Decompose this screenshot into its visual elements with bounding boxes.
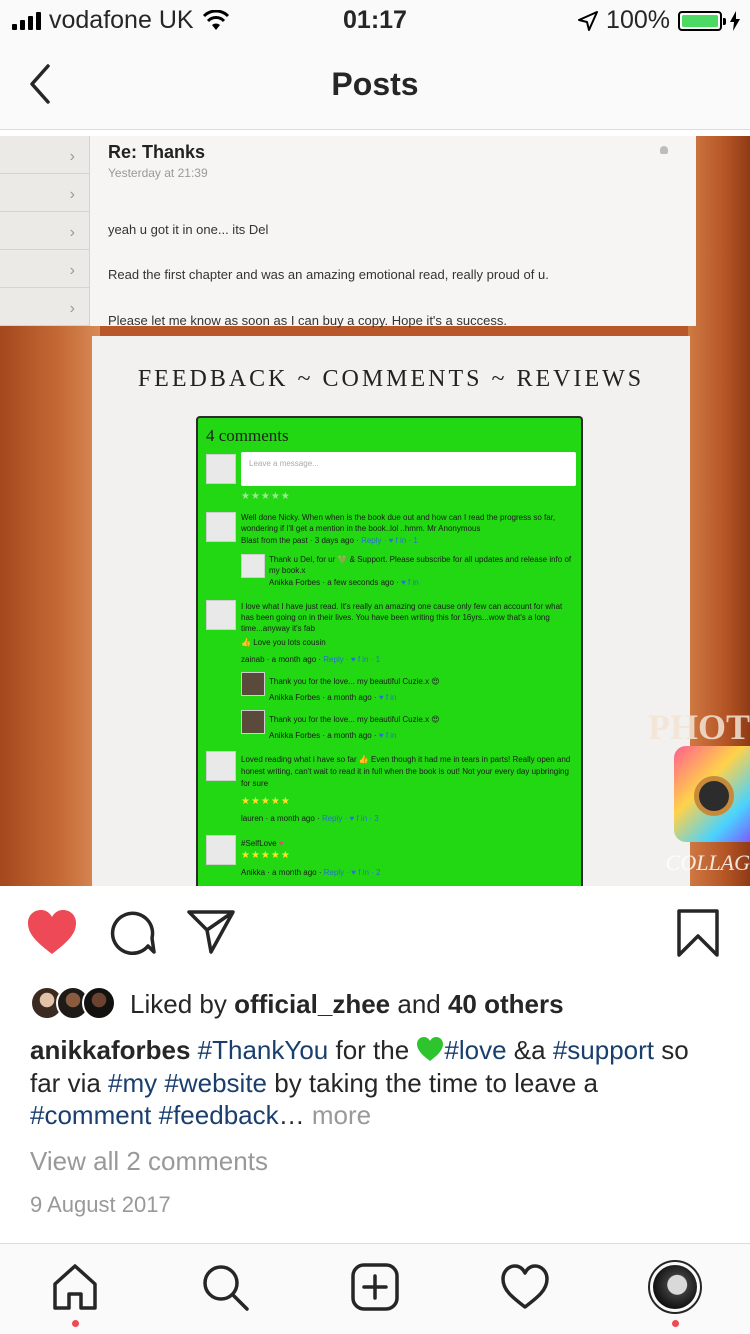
search-icon[interactable] bbox=[200, 1262, 250, 1312]
comment-avatar bbox=[206, 512, 236, 542]
hashtag[interactable]: #website bbox=[164, 1068, 267, 1098]
status-right: 100% bbox=[578, 6, 740, 35]
comment-icon[interactable] bbox=[108, 908, 156, 956]
tab-bar bbox=[0, 1243, 750, 1334]
reply-avatar bbox=[241, 554, 265, 578]
likes-text: Liked by official_zhee and 40 others bbox=[130, 988, 564, 1019]
liker-username[interactable]: official_zhee bbox=[234, 989, 390, 1019]
comment-meta: Blast from the past · 3 days ago · Reply… bbox=[241, 536, 418, 545]
email-screenshot: › › › › › Re: Thanks Yesterday at 21:39 yeah… bbox=[0, 136, 696, 328]
post-caption: anikkaforbes #ThankYou for the #love &a … bbox=[30, 1035, 689, 1130]
email-line-1: yeah u got it in one... its Del bbox=[108, 222, 269, 237]
comment-text: I love what I have just read. It's reall… bbox=[241, 602, 563, 633]
status-bar: vodafone UK 01:17 100% bbox=[0, 0, 750, 40]
email-subject: Re: Thanks bbox=[108, 142, 206, 162]
page-title: Posts bbox=[331, 66, 419, 102]
new-post-icon[interactable] bbox=[350, 1262, 400, 1312]
camera-lens-icon bbox=[694, 776, 734, 816]
battery-icon bbox=[678, 10, 726, 31]
email-line-2: Read the first chapter and was an amazin… bbox=[108, 267, 549, 282]
battery-percent: 100% bbox=[606, 6, 670, 34]
comment-text: Loved reading what i have so far 👍 Even … bbox=[241, 755, 571, 788]
caption-username[interactable]: anikkaforbes bbox=[30, 1035, 190, 1065]
reply-meta: Anikka Forbes · a few seconds ago · ♥ f … bbox=[269, 578, 419, 587]
post-date: 9 August 2017 bbox=[30, 1192, 171, 1217]
notification-dot bbox=[672, 1320, 679, 1327]
comments-count: 4 comments bbox=[206, 426, 289, 445]
message-input: Leave a message... bbox=[241, 452, 576, 486]
bell-icon bbox=[660, 146, 668, 154]
location-arrow-icon bbox=[578, 10, 599, 31]
more-link[interactable]: more bbox=[312, 1100, 371, 1130]
hashtag[interactable]: #support bbox=[553, 1035, 654, 1065]
nav-bar: Posts bbox=[0, 40, 750, 130]
email-sidebar: › › › › › bbox=[0, 136, 90, 326]
post-actions bbox=[0, 886, 750, 986]
avatar bbox=[82, 986, 116, 1020]
profile-avatar[interactable] bbox=[648, 1260, 702, 1314]
comment-extra: 👍 Love you lots cousin bbox=[241, 638, 326, 647]
comment-text: Well done Nicky. When when is the book d… bbox=[241, 513, 556, 533]
rating-stars: ★★★★★ bbox=[241, 850, 291, 861]
green-heart-emoji bbox=[417, 1037, 444, 1061]
charging-icon bbox=[730, 10, 740, 31]
activity-icon[interactable] bbox=[500, 1262, 550, 1312]
likes-count[interactable]: 40 others bbox=[448, 989, 564, 1019]
hashtag[interactable]: #love bbox=[444, 1035, 506, 1065]
liker-avatars bbox=[30, 984, 122, 1024]
heart-icon[interactable] bbox=[26, 908, 78, 956]
home-icon[interactable] bbox=[50, 1262, 100, 1312]
banner-heading: FEEDBACK ~ COMMENTS ~ REVIEWS bbox=[137, 366, 645, 392]
comment-avatar bbox=[206, 751, 236, 781]
reply-text: Thank u Del, for ur 💚 & Support. Please … bbox=[269, 555, 572, 575]
post-image[interactable]: › › › › › Re: Thanks Yesterday at 21:39 yeah… bbox=[0, 136, 750, 886]
hashtag[interactable]: #feedback bbox=[159, 1100, 279, 1130]
reply-meta: Anikka Forbes · a month ago · ♥ f in bbox=[269, 731, 397, 740]
view-comments-link[interactable]: View all 2 comments bbox=[30, 1146, 268, 1177]
comment-text: #SelfLove ♥ bbox=[241, 839, 284, 848]
share-icon[interactable] bbox=[186, 908, 236, 956]
reply-avatar bbox=[241, 710, 265, 734]
likes-row[interactable]: Liked by official_zhee and 40 others bbox=[30, 982, 730, 1026]
notification-dot bbox=[72, 1320, 79, 1327]
comment-meta: Anikka · a month ago · Reply · ♥ f in · … bbox=[241, 868, 381, 877]
reply-text: Thank you for the love... my beautiful C… bbox=[269, 677, 440, 686]
comment-meta: lauren · a month ago · Reply · ♥ f in · … bbox=[241, 814, 379, 823]
rating-stars-empty: ★★★★★ bbox=[241, 491, 291, 502]
email-timestamp: Yesterday at 21:39 bbox=[108, 166, 208, 180]
avatar-placeholder bbox=[206, 454, 236, 484]
watermark-text: COLLAG bbox=[665, 850, 750, 875]
bookmark-icon[interactable] bbox=[676, 908, 720, 958]
hashtag[interactable]: #ThankYou bbox=[198, 1035, 329, 1065]
photo-collage-watermark: PHOT COLLAG bbox=[648, 696, 750, 886]
comment-meta: zainab · a month ago · Reply · ♥ f in · … bbox=[241, 655, 381, 664]
comment-avatar bbox=[206, 600, 236, 630]
hashtag[interactable]: #comment bbox=[30, 1100, 151, 1130]
reply-text: Thank you for the love... my beautiful C… bbox=[269, 715, 440, 724]
hashtag[interactable]: #my bbox=[108, 1068, 157, 1098]
comments-panel: 4 comments Leave a message... ★★★★★ Well… bbox=[196, 416, 583, 886]
reply-meta: Anikka Forbes · a month ago · ♥ f in bbox=[269, 693, 397, 702]
rating-stars: ★★★★★ bbox=[241, 796, 291, 807]
comment-avatar bbox=[206, 835, 236, 865]
reply-avatar bbox=[241, 672, 265, 696]
email-line-3: Please let me know as soon as I can buy … bbox=[108, 313, 507, 328]
watermark-text: PHOT bbox=[647, 707, 750, 747]
